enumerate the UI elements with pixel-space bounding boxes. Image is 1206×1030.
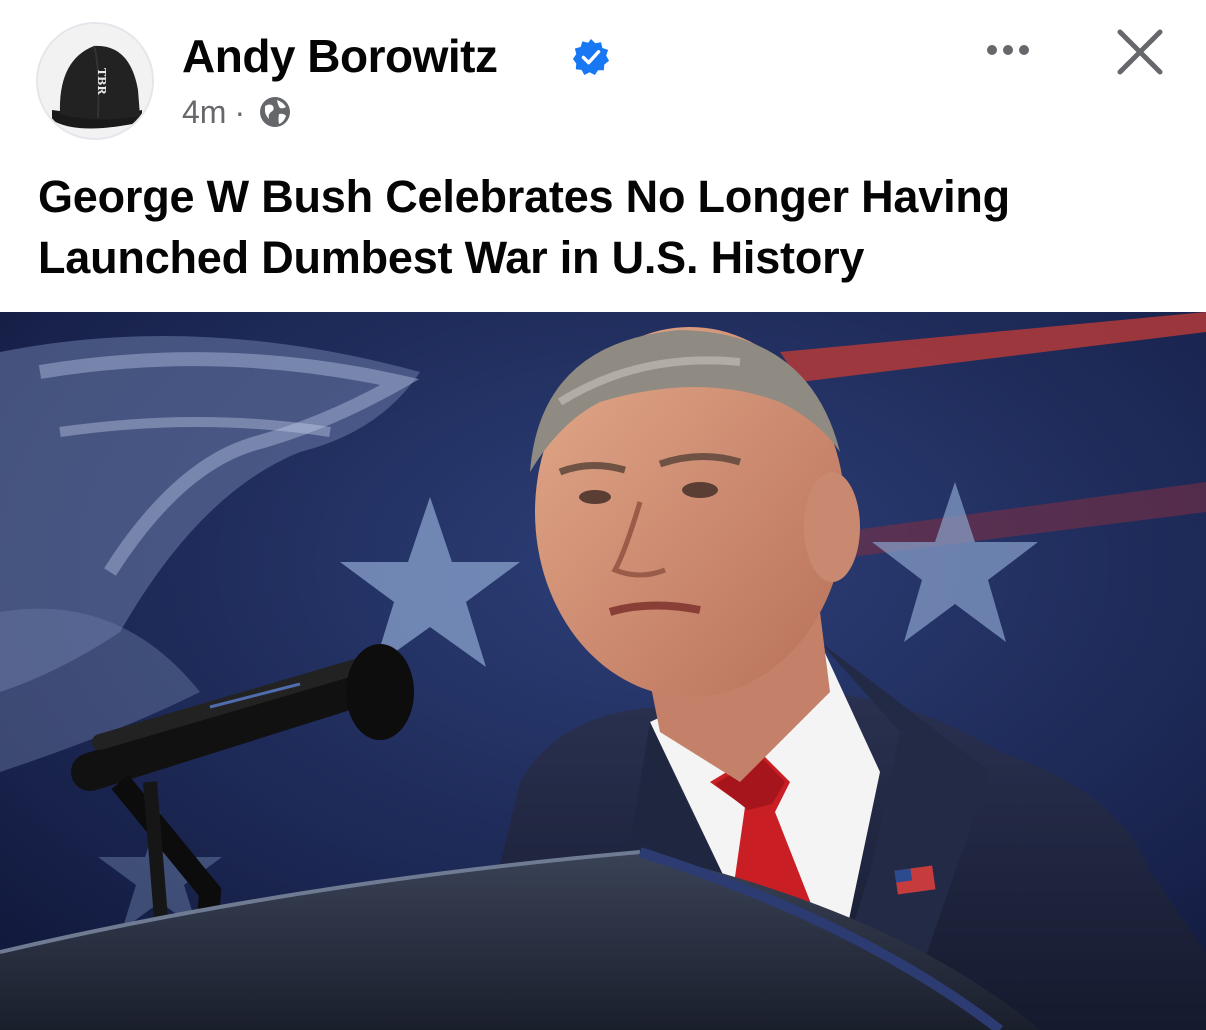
author-name[interactable]: Andy Borowitz	[182, 28, 498, 84]
globe-icon	[260, 97, 291, 127]
meta-separator: ·	[234, 94, 246, 130]
verified-badge-icon	[572, 38, 610, 76]
post-meta: 4m ·	[182, 92, 293, 132]
post-headline[interactable]: George W Bush Celebrates No Longer Havin…	[38, 166, 1178, 288]
post-time[interactable]: 4m	[182, 92, 226, 132]
more-dots-icon	[987, 45, 997, 55]
post-header: TBR Andy Borowitz 4m ·	[0, 0, 1206, 160]
speaker-at-podium-photo	[0, 312, 1206, 1030]
more-options-button[interactable]	[976, 26, 1040, 74]
more-dot	[1003, 45, 1013, 55]
close-icon[interactable]	[1110, 22, 1170, 82]
cap-avatar-image: TBR	[38, 24, 152, 138]
avatar-cap-text: TBR	[95, 68, 108, 95]
post-photo[interactable]	[0, 312, 1206, 1030]
more-dot	[1019, 45, 1029, 55]
avatar[interactable]: TBR	[36, 22, 154, 140]
